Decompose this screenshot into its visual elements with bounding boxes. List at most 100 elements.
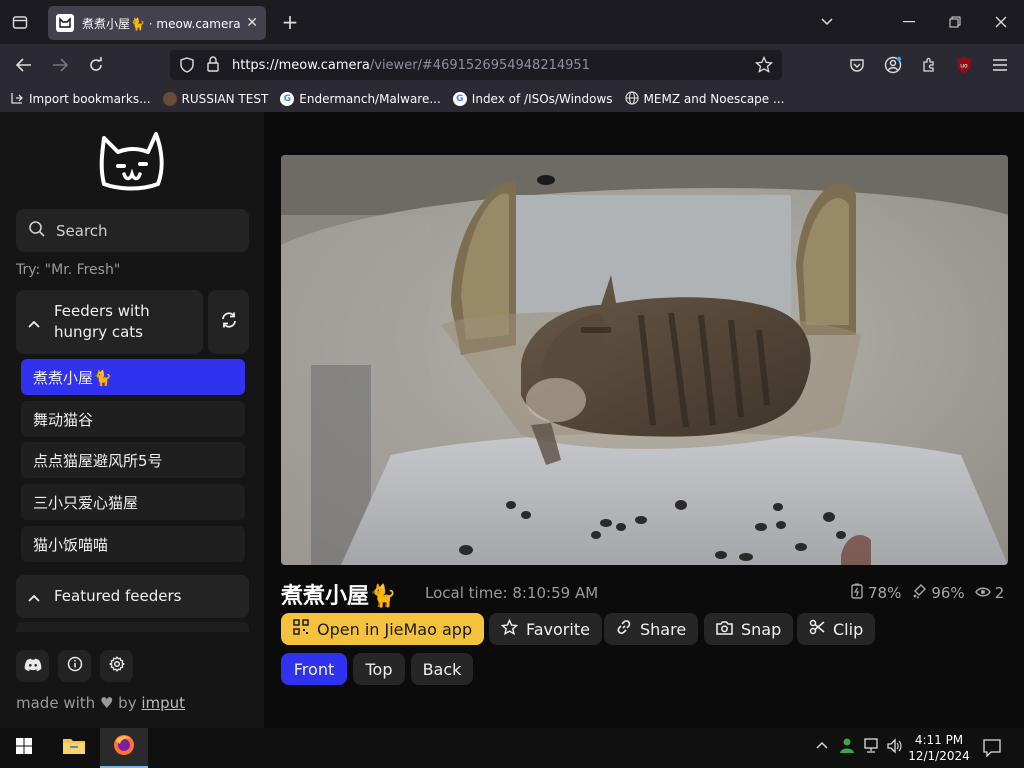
info-icon xyxy=(67,656,83,676)
battery-icon xyxy=(850,583,864,603)
snap-button[interactable]: Snap xyxy=(704,613,794,645)
share-label: Share xyxy=(640,619,687,639)
tab-list-icon[interactable] xyxy=(8,10,32,34)
folder-icon xyxy=(62,737,86,759)
link-icon xyxy=(616,619,632,639)
volume-icon[interactable] xyxy=(886,738,902,758)
feeder-item[interactable]: 三小只爱心猫屋 xyxy=(21,484,245,520)
tab-close-icon[interactable]: ✕ xyxy=(246,15,258,31)
feeder-item[interactable]: 点点猫屋避风所5号 xyxy=(21,442,245,478)
refresh-button[interactable] xyxy=(208,290,249,354)
view-back-button[interactable]: Back xyxy=(411,653,473,685)
scissors-icon xyxy=(809,619,825,639)
feeder-item-active[interactable]: 煮煮小屋🐈 xyxy=(21,359,245,395)
start-button[interactable] xyxy=(0,728,48,768)
cat-favicon-icon xyxy=(56,14,74,32)
camera-stats: 78% 96% 2 xyxy=(850,583,1004,603)
browser-tab-bar: 煮煮小屋🐈 · meow.camera ✕ + xyxy=(0,0,1024,44)
open-app-label: Open in JieMao app xyxy=(317,619,473,639)
favorite-button[interactable]: Favorite xyxy=(489,613,602,645)
network-icon[interactable] xyxy=(862,738,880,758)
feeder-item[interactable]: 舞动猫谷 xyxy=(21,401,245,437)
view-top-button[interactable]: Top xyxy=(353,653,405,685)
back-arrow-icon[interactable] xyxy=(12,53,36,77)
clock-time: 4:11 PM xyxy=(914,733,964,747)
food-value: 96% xyxy=(931,584,965,602)
bookmark-star-icon[interactable] xyxy=(754,55,774,78)
new-tab-button[interactable]: + xyxy=(278,10,302,34)
camera-icon xyxy=(716,620,733,639)
bookmark-label: Endermanch/Malware... xyxy=(299,92,441,106)
open-app-button[interactable]: Open in JieMao app xyxy=(281,613,485,645)
windows-taskbar: 4:11 PM 12/1/2024 xyxy=(0,728,1024,768)
group-featured-toggle[interactable]: Featured feeders xyxy=(16,575,249,618)
close-window-icon[interactable] xyxy=(986,10,1016,34)
url-text: https://meow.camera/viewer/#469152695494… xyxy=(232,57,590,73)
favorite-label: Favorite xyxy=(526,619,590,639)
url-bar[interactable]: https://meow.camera/viewer/#469152695494… xyxy=(170,50,782,80)
discord-button[interactable] xyxy=(16,650,49,682)
group-hungry-label: Feeders with hungry cats xyxy=(54,302,150,341)
camera-feed[interactable] xyxy=(281,155,1008,565)
author-link[interactable]: imput xyxy=(141,694,185,712)
local-time: Local time: 8:10:59 AM xyxy=(425,584,599,602)
restore-icon[interactable] xyxy=(940,10,970,34)
user-tray-icon[interactable] xyxy=(838,736,856,758)
bookmark-label: RUSSIAN TEST xyxy=(181,92,269,106)
gear-icon xyxy=(108,656,125,676)
minimize-icon[interactable] xyxy=(894,10,924,34)
firefox-taskbar-button[interactable] xyxy=(100,728,148,768)
bookmark-item[interactable]: MEMZ and Noescape ... xyxy=(624,90,784,108)
settings-button[interactable] xyxy=(100,650,133,682)
chevron-up-icon[interactable] xyxy=(816,738,828,753)
menu-icon[interactable] xyxy=(988,53,1012,77)
share-button[interactable]: Share xyxy=(604,613,699,645)
by-text: by xyxy=(118,694,137,712)
tab-title: 煮煮小屋🐈 · meow.camera xyxy=(82,16,241,31)
bookmark-label: Index of /ISOs/Windows xyxy=(471,92,613,106)
browser-tab[interactable]: 煮煮小屋🐈 · meow.camera ✕ xyxy=(48,6,266,40)
search-placeholder: Search xyxy=(56,221,108,240)
food-icon xyxy=(911,583,927,603)
import-icon xyxy=(10,91,24,108)
bookmarks-bar: Import bookmarks... RUSSIAN TEST G Ender… xyxy=(0,86,1024,112)
clip-button[interactable]: Clip xyxy=(797,613,876,645)
star-icon xyxy=(500,618,519,640)
forward-arrow-icon[interactable] xyxy=(48,53,72,77)
taskbar-clock[interactable]: 4:11 PM 12/1/2024 xyxy=(908,732,970,764)
bookmark-item[interactable]: Import bookmarks... xyxy=(10,91,151,108)
battery-stat: 78% xyxy=(850,583,901,603)
group-hungry-toggle[interactable]: Feeders with hungry cats xyxy=(16,290,203,354)
extensions-icon[interactable] xyxy=(917,53,941,77)
search-icon xyxy=(28,220,46,242)
file-explorer-button[interactable] xyxy=(50,728,98,768)
page: Search Try: "Mr. Fresh" Feeders with hun… xyxy=(0,112,1024,728)
ublock-icon[interactable]: uo xyxy=(952,53,976,77)
google-icon: G xyxy=(280,92,295,106)
qr-code-icon xyxy=(293,619,309,639)
account-icon[interactable] xyxy=(881,53,905,77)
feeder-item[interactable]: 猫小饭喵喵 xyxy=(21,526,245,562)
featured-list-item[interactable] xyxy=(16,622,249,632)
firefox-icon xyxy=(112,733,136,761)
info-button[interactable] xyxy=(58,650,91,682)
lock-icon[interactable] xyxy=(206,56,220,76)
view-front-button[interactable]: Front xyxy=(281,653,347,685)
search-input[interactable]: Search xyxy=(16,209,249,252)
bookmark-item[interactable]: G Index of /ISOs/Windows xyxy=(452,92,613,106)
bookmark-label: Import bookmarks... xyxy=(29,92,151,106)
cat-logo-icon[interactable] xyxy=(96,128,168,192)
reload-icon[interactable] xyxy=(84,53,108,77)
chevron-up-icon xyxy=(28,313,40,332)
bookmark-item[interactable]: G Endermanch/Malware... xyxy=(280,92,441,106)
notification-icon[interactable] xyxy=(983,739,1001,761)
chevron-up-icon xyxy=(28,587,40,606)
chevron-down-icon[interactable] xyxy=(812,10,842,34)
google-icon: G xyxy=(452,92,467,106)
battery-value: 78% xyxy=(868,584,902,602)
bookmark-item[interactable]: RUSSIAN TEST xyxy=(162,92,269,106)
shield-icon[interactable] xyxy=(179,57,195,77)
viewers-stat: 2 xyxy=(974,584,1005,602)
viewers-value: 2 xyxy=(994,584,1005,602)
pocket-icon[interactable] xyxy=(845,53,869,77)
